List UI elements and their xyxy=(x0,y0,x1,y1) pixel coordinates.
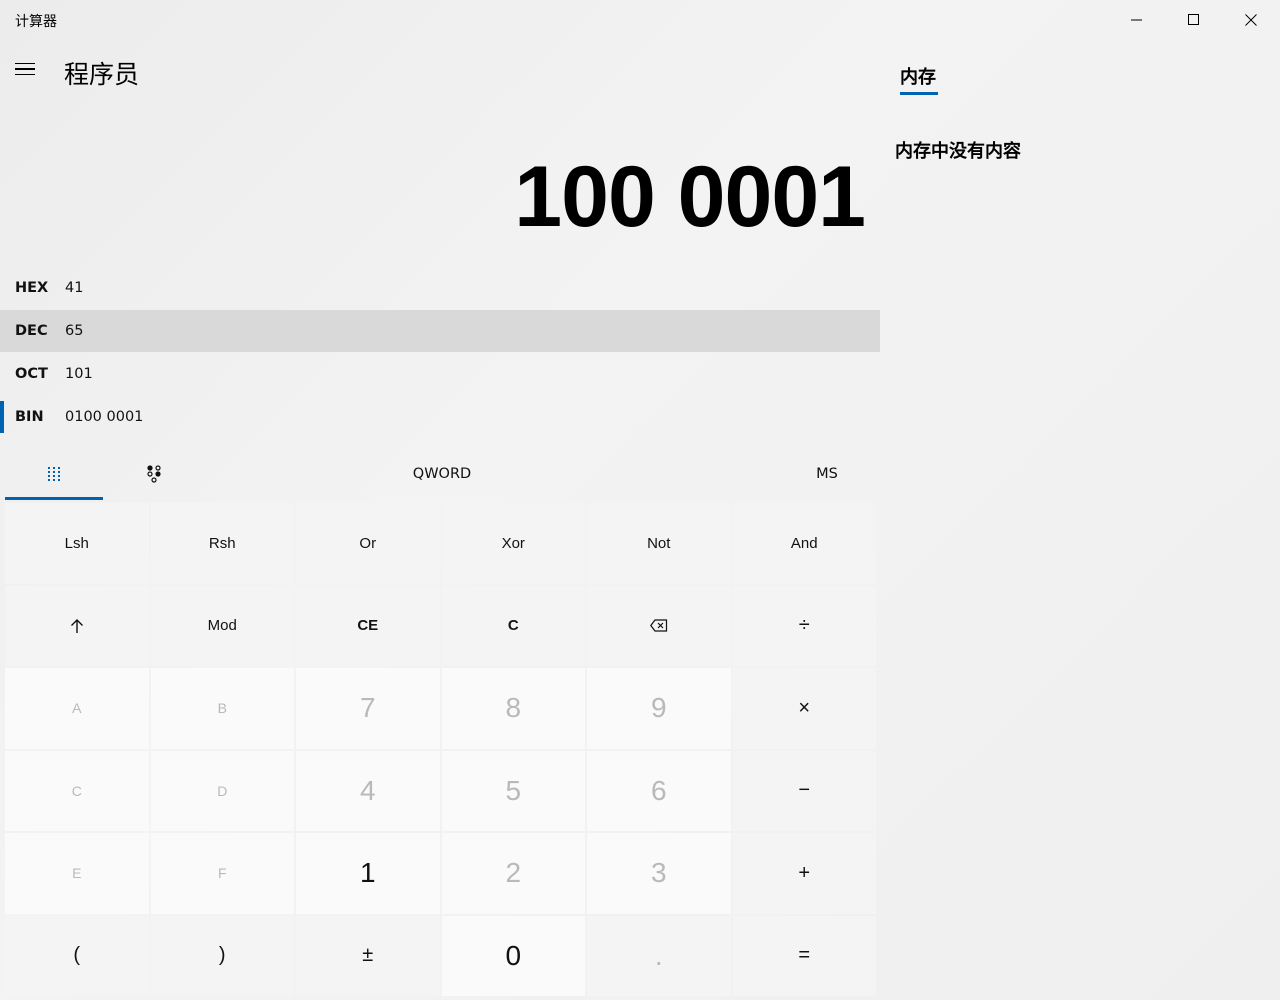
hex-b-button[interactable]: B xyxy=(150,668,294,749)
radix-row-oct[interactable]: OCT 101 xyxy=(0,353,880,395)
radix-label: HEX xyxy=(15,280,49,296)
bit-toggling-keypad-icon xyxy=(147,465,161,483)
hamburger-menu-button[interactable] xyxy=(12,56,38,82)
backspace-icon xyxy=(649,619,667,632)
memory-tab-underline xyxy=(900,92,938,95)
close-icon xyxy=(1245,14,1257,26)
full-keypad-icon xyxy=(48,467,60,481)
calculator-window: 计算器 程序员 100 0001 HEX 41 DEC 65 OCT 101 B… xyxy=(0,0,1280,1000)
subtract-button[interactable]: − xyxy=(732,750,876,831)
rsh-button[interactable]: Rsh xyxy=(150,503,294,584)
bit-toggling-tab[interactable] xyxy=(105,448,203,500)
digit-1-button[interactable]: 1 xyxy=(296,833,440,914)
maximize-icon xyxy=(1188,14,1199,25)
radix-row-hex[interactable]: HEX 41 xyxy=(0,267,880,309)
keypad-mode-bar: QWORD MS xyxy=(0,448,880,500)
close-paren-button[interactable]: ) xyxy=(150,915,294,996)
hex-e-button[interactable]: E xyxy=(5,833,149,914)
divide-button[interactable]: ÷ xyxy=(732,585,876,666)
open-paren-button[interactable]: ( xyxy=(5,915,149,996)
minimize-icon xyxy=(1131,19,1142,21)
radix-value: 0100 0001 xyxy=(65,409,144,425)
decimal-button[interactable]: . xyxy=(587,915,731,996)
up-arrow-icon xyxy=(70,618,83,633)
clear-button[interactable]: C xyxy=(441,585,585,666)
digit-8-button[interactable]: 8 xyxy=(441,668,585,749)
digit-5-button[interactable]: 5 xyxy=(441,750,585,831)
digit-7-button[interactable]: 7 xyxy=(296,668,440,749)
digit-3-button[interactable]: 3 xyxy=(587,833,731,914)
radix-value: 65 xyxy=(65,323,84,339)
active-tab-underline xyxy=(5,497,103,500)
close-button[interactable] xyxy=(1223,0,1279,40)
clear-entry-button[interactable]: CE xyxy=(296,585,440,666)
radix-label: BIN xyxy=(15,409,44,425)
negate-button[interactable]: ± xyxy=(296,915,440,996)
not-button[interactable]: Not xyxy=(587,503,731,584)
or-button[interactable]: Or xyxy=(296,503,440,584)
selected-indicator xyxy=(0,401,4,433)
full-keypad-tab[interactable] xyxy=(5,448,103,500)
radix-row-dec[interactable]: DEC 65 xyxy=(0,310,880,352)
hex-a-button[interactable]: A xyxy=(5,668,149,749)
xor-button[interactable]: Xor xyxy=(441,503,585,584)
hex-d-button[interactable]: D xyxy=(150,750,294,831)
lsh-button[interactable]: Lsh xyxy=(5,503,149,584)
equals-button[interactable]: = xyxy=(732,915,876,996)
digit-0-button[interactable]: 0 xyxy=(441,915,585,996)
result-display: 100 0001 xyxy=(514,149,866,245)
hex-f-button[interactable]: F xyxy=(150,833,294,914)
backspace-button[interactable] xyxy=(587,585,731,666)
digit-9-button[interactable]: 9 xyxy=(587,668,731,749)
and-button[interactable]: And xyxy=(732,503,876,584)
multiply-button[interactable]: × xyxy=(732,668,876,749)
app-title: 计算器 xyxy=(15,14,57,30)
word-size-button[interactable]: QWORD xyxy=(392,448,492,500)
title-bar: 计算器 xyxy=(0,0,1280,40)
minimize-button[interactable] xyxy=(1109,0,1165,40)
radix-label: DEC xyxy=(15,323,48,339)
radix-label: OCT xyxy=(15,366,48,382)
mod-button[interactable]: Mod xyxy=(150,585,294,666)
hex-c-button[interactable]: C xyxy=(5,750,149,831)
radix-value: 41 xyxy=(65,280,84,296)
digit-4-button[interactable]: 4 xyxy=(296,750,440,831)
digit-2-button[interactable]: 2 xyxy=(441,833,585,914)
shift-button[interactable] xyxy=(5,585,149,666)
digit-6-button[interactable]: 6 xyxy=(587,750,731,831)
radix-row-bin[interactable]: BIN 0100 0001 xyxy=(0,396,880,438)
memory-empty-message: 内存中没有内容 xyxy=(895,141,1021,162)
add-button[interactable]: + xyxy=(732,833,876,914)
keypad: Lsh Rsh Or Xor Not And Mod CE C ÷ A B 7 … xyxy=(5,503,877,998)
maximize-button[interactable] xyxy=(1166,0,1222,40)
memory-tab[interactable]: 内存 xyxy=(900,63,936,89)
hamburger-menu-icon xyxy=(15,62,35,65)
radix-value: 101 xyxy=(65,366,93,382)
memory-store-button[interactable]: MS xyxy=(797,448,857,500)
mode-title: 程序员 xyxy=(64,60,140,89)
